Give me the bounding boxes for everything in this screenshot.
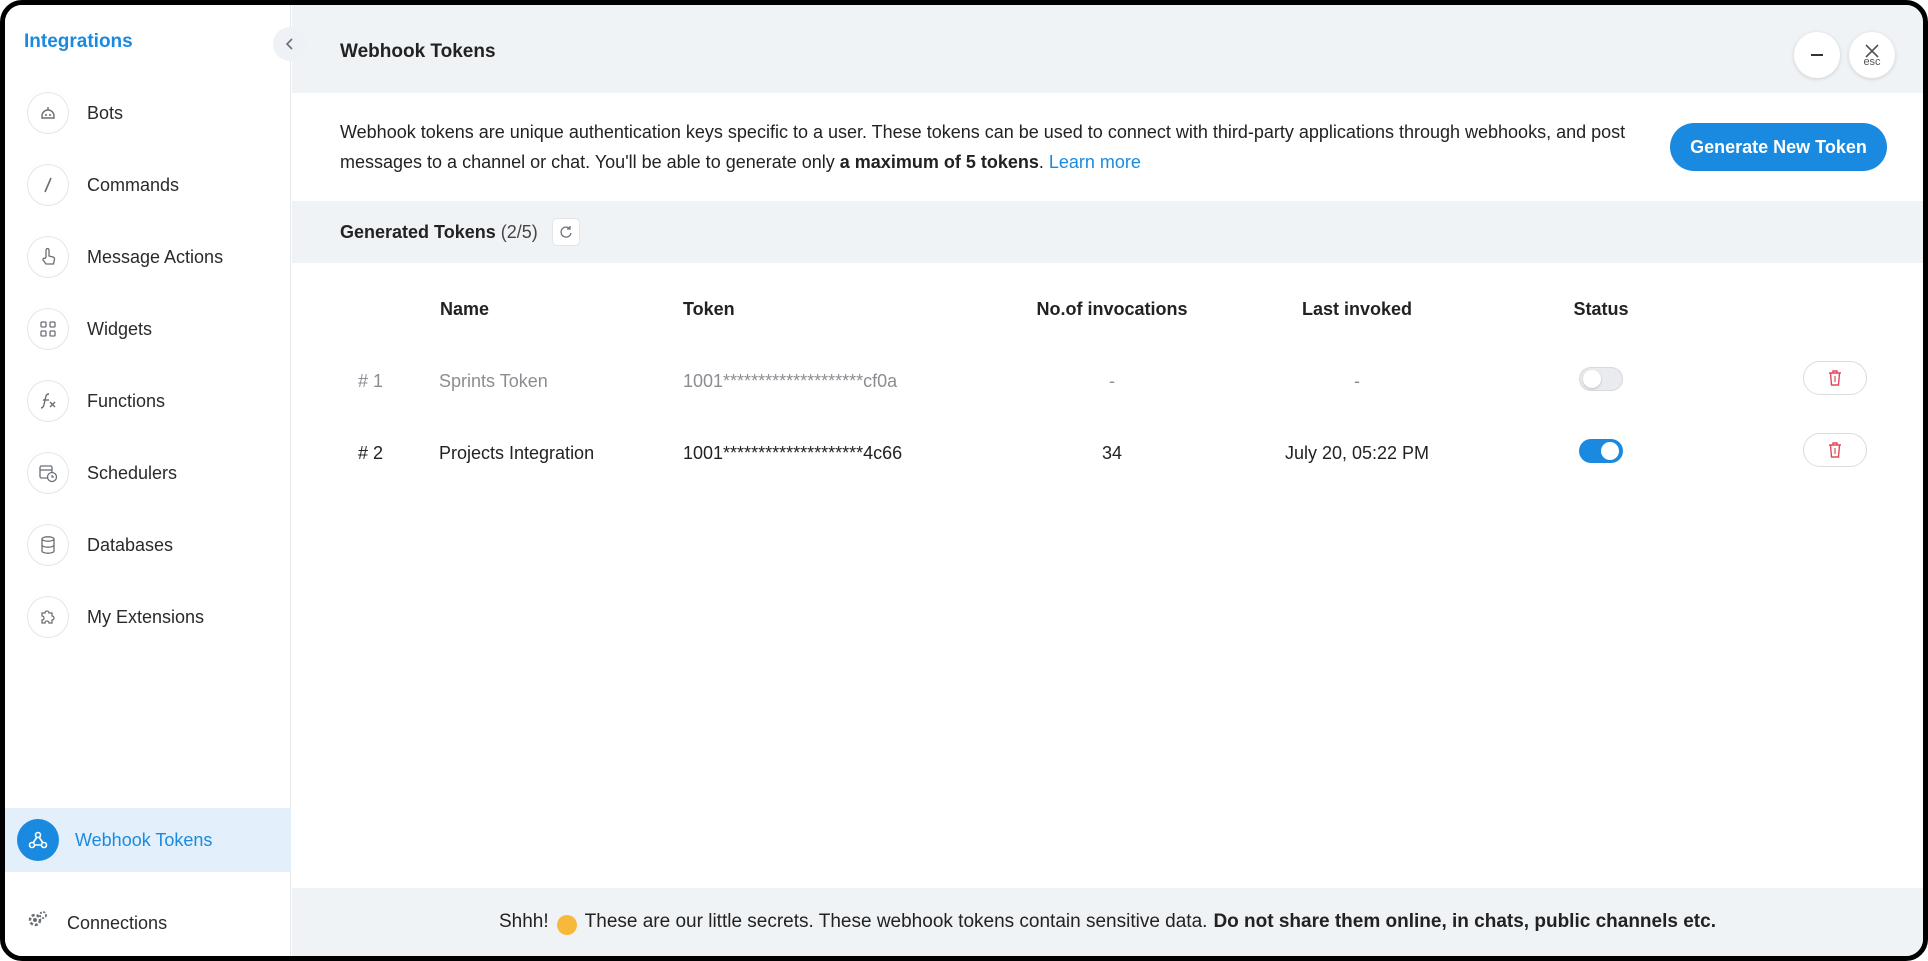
refresh-button[interactable] — [552, 218, 580, 246]
sidebar: Integrations Bots Commands Message Actio… — [5, 5, 291, 956]
toggle-knob — [1583, 370, 1601, 388]
row-index: # 1 — [358, 371, 384, 391]
generate-new-token-button[interactable]: Generate New Token — [1670, 123, 1887, 171]
table-row: # 2 Projects Integration 1001***********… — [292, 418, 1923, 490]
section-title: Generated Tokens (2/5) — [340, 222, 538, 243]
column-header-status: Status — [1573, 299, 1629, 319]
sidebar-item-schedulers[interactable]: Schedulers — [5, 437, 291, 509]
refresh-icon — [560, 226, 572, 238]
database-icon — [27, 524, 69, 566]
trash-icon — [1829, 442, 1841, 458]
learn-more-link[interactable]: Learn more — [1049, 152, 1141, 172]
last-invoked: July 20, 05:22 PM — [1284, 443, 1430, 463]
shushing-emoji-icon — [556, 915, 577, 935]
sidebar-item-label: Schedulers — [87, 462, 178, 483]
minimize-button[interactable] — [1794, 32, 1840, 78]
footer-shhh: Shhh! — [499, 911, 549, 932]
main-panel: Webhook Tokens esc Webhook tokens are un… — [292, 5, 1923, 956]
column-header-name: Name — [440, 299, 490, 319]
column-header-invocations: No.of invocations — [1036, 299, 1188, 319]
table-row: # 1 Sprints Token 1001******************… — [292, 346, 1923, 418]
close-button[interactable]: esc — [1849, 32, 1895, 78]
slash-icon — [27, 164, 69, 206]
last-invoked: - — [1354, 371, 1360, 391]
sidebar-nav: Bots Commands Message Actions Widgets Fu… — [5, 77, 291, 653]
sidebar-item-bots[interactable]: Bots — [5, 77, 291, 149]
sidebar-item-label: Widgets — [87, 318, 153, 339]
sidebar-item-message-actions[interactable]: Message Actions — [5, 221, 291, 293]
delete-button[interactable] — [1803, 433, 1867, 467]
page-title: Webhook Tokens — [340, 41, 496, 62]
sidebar-item-label: My Extensions — [87, 606, 205, 627]
token-name: Sprints Token — [439, 371, 548, 391]
section-title-text: Generated Tokens — [340, 222, 496, 242]
sidebar-item-databases[interactable]: Databases — [5, 509, 291, 581]
collapse-sidebar-button[interactable] — [273, 27, 307, 61]
description-bold: a maximum of 5 tokens — [839, 152, 1039, 172]
app-window: Integrations Bots Commands Message Actio… — [0, 0, 1928, 961]
footer-notice: Shhh! These are our little secrets. Thes… — [292, 888, 1923, 956]
token-value: 1001********************4c66 — [683, 443, 903, 463]
sidebar-item-label: Message Actions — [87, 246, 224, 267]
footer-warning: Do not share them online, in chats, publ… — [1213, 911, 1716, 932]
description-part: . — [1038, 152, 1049, 172]
trash-icon — [1829, 370, 1841, 386]
delete-button[interactable] — [1803, 361, 1867, 395]
invocation-count: - — [1109, 371, 1115, 391]
sidebar-item-label: Commands — [87, 174, 180, 195]
header: Webhook Tokens esc — [292, 5, 1923, 93]
bot-icon — [27, 92, 69, 134]
footer-text: These are our little secrets. These webh… — [584, 911, 1208, 932]
toggle-knob — [1601, 442, 1619, 460]
hand-pointer-icon — [27, 236, 69, 278]
section-header: Generated Tokens (2/5) — [292, 201, 1923, 263]
calendar-clock-icon — [27, 452, 69, 494]
sidebar-item-functions[interactable]: Functions — [5, 365, 291, 437]
function-icon — [27, 380, 69, 422]
description-text: Webhook tokens are unique authentication… — [340, 117, 1630, 177]
webhook-icon — [17, 819, 59, 861]
sidebar-item-my-extensions[interactable]: My Extensions — [5, 581, 291, 653]
sidebar-item-label: Databases — [87, 534, 174, 555]
esc-label: esc — [1863, 55, 1881, 68]
sidebar-item-widgets[interactable]: Widgets — [5, 293, 291, 365]
column-header-token: Token — [683, 299, 735, 319]
sidebar-item-label: Connections — [67, 912, 168, 933]
token-value: 1001********************cf0a — [683, 371, 898, 391]
status-toggle[interactable] — [1579, 439, 1623, 463]
token-name: Projects Integration — [439, 443, 595, 463]
sidebar-item-label: Bots — [87, 102, 124, 123]
token-count: (2/5) — [500, 222, 538, 242]
puzzle-icon — [27, 596, 69, 638]
sidebar-item-label: Webhook Tokens — [75, 829, 213, 850]
status-toggle[interactable] — [1579, 367, 1623, 391]
gear-icon — [25, 908, 49, 938]
invocation-count: 34 — [1101, 443, 1123, 463]
sidebar-item-label: Functions — [87, 390, 166, 411]
sidebar-item-commands[interactable]: Commands — [5, 149, 291, 221]
sidebar-item-connections[interactable]: Connections — [5, 894, 291, 952]
column-header-last-invoked: Last invoked — [1301, 299, 1413, 319]
row-index: # 2 — [358, 443, 384, 463]
sidebar-item-webhook-tokens[interactable]: Webhook Tokens — [5, 808, 291, 872]
description-area: Webhook tokens are unique authentication… — [292, 93, 1923, 201]
grid-icon — [27, 308, 69, 350]
sidebar-title: Integrations — [24, 31, 133, 52]
chevron-left-icon — [285, 38, 293, 50]
minus-icon — [1811, 54, 1823, 56]
